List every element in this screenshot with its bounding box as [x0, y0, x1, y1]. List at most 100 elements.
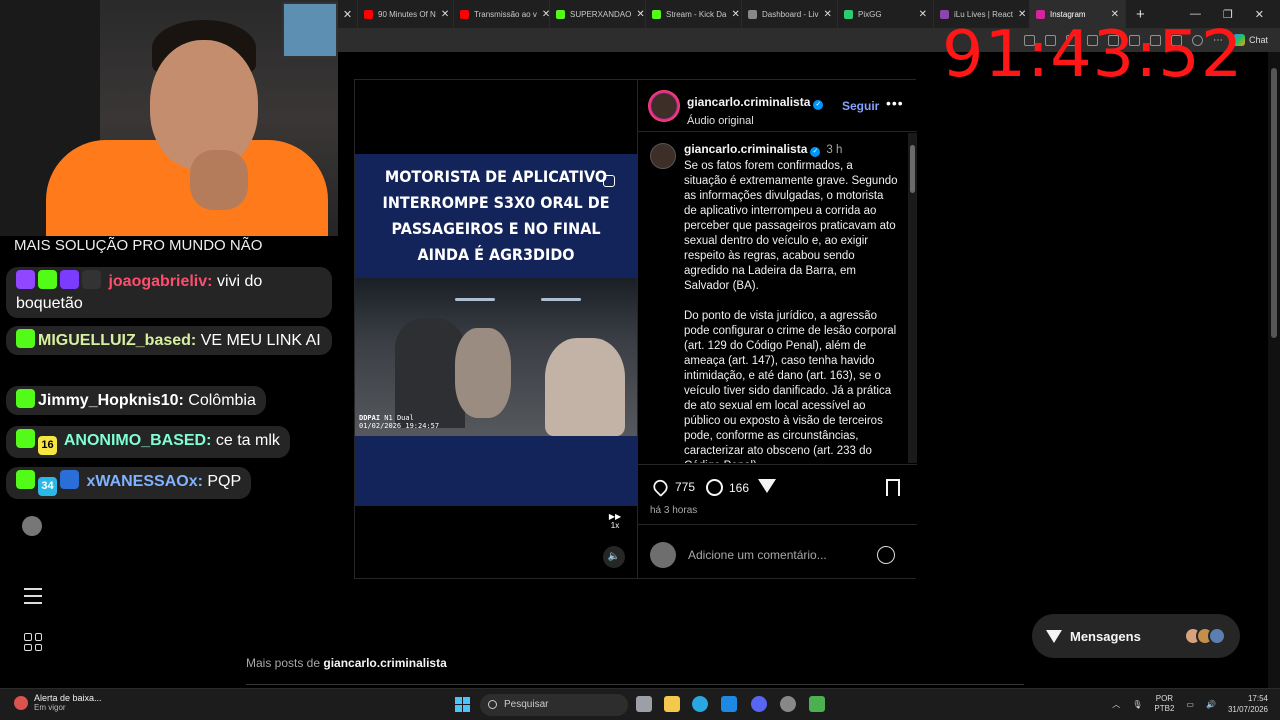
search-icon — [488, 700, 497, 709]
kick-icon — [556, 9, 565, 19]
messages-button[interactable]: Mensagens — [1032, 614, 1240, 658]
chat-username[interactable]: xWANESSAOx: — [86, 473, 202, 490]
instagram-post-modal: MOTORISTA DE APLICATIVO INTERROMPE S3X0 … — [354, 79, 917, 579]
chat-username[interactable]: MIGUELLUIZ_based: — [38, 332, 196, 349]
network-icon[interactable]: ▭ — [1186, 700, 1194, 709]
dashcam-stamp: DDPAI N1 Dual 01/02/2026 19:24:57 — [359, 414, 440, 430]
task-view-icon[interactable] — [636, 696, 652, 712]
volume-icon[interactable]: 🔈 — [603, 546, 625, 568]
dashcam-frame — [355, 278, 637, 436]
page-scrollbar[interactable] — [1268, 52, 1280, 688]
close-icon[interactable]: ✕ — [338, 0, 358, 28]
verified-icon: ✓ — [813, 100, 824, 110]
browser-tab[interactable]: Stream - Kick Da ✕ — [646, 0, 742, 28]
comment-icon — [706, 479, 723, 496]
reel-video[interactable]: MOTORISTA DE APLICATIVO INTERROMPE S3X0 … — [355, 80, 637, 578]
windows-taskbar: Alerta de baixa... Em vigor Pesquisar ︿ 🎙… — [0, 688, 1280, 720]
browser-tab[interactable]: Dashboard - Liv ✕ — [742, 0, 838, 28]
kick-badge-icon — [16, 389, 35, 408]
store-icon[interactable] — [721, 696, 737, 712]
playback-speed-button[interactable]: ▶▶ 1x — [607, 512, 623, 530]
streamer-face — [150, 40, 258, 170]
close-icon[interactable]: ✕ — [919, 9, 927, 20]
browser-tab[interactable]: 90 Minutes Of N ✕ — [358, 0, 454, 28]
screen: ✕ 90 Minutes Of N ✕ Transmissão ao v ✕ SUP… — [0, 0, 1280, 720]
alert-icon — [14, 696, 28, 710]
volume-icon[interactable]: 🔊 — [1206, 700, 1216, 709]
twitch-badge-icon — [16, 270, 35, 289]
youtube-icon — [364, 9, 373, 19]
chat-username[interactable]: ANONIMO_BASED: — [64, 432, 212, 449]
post-age: há 3 horas — [650, 505, 698, 516]
weather-alert[interactable]: Alerta de baixa... Em vigor — [14, 693, 102, 712]
caption-scrollbar[interactable] — [908, 133, 917, 463]
chat-message: 16 ANONIMO_BASED: ce ta mlk — [6, 426, 290, 458]
chat-username[interactable]: Jimmy_Hopknis10: — [38, 392, 184, 409]
kick-icon — [652, 9, 661, 19]
close-icon[interactable]: ✕ — [542, 9, 549, 20]
avatar — [650, 542, 676, 568]
kick-badge-icon — [16, 329, 35, 348]
language-indicator[interactable]: POR PTB2 — [1154, 694, 1174, 714]
taskbar-search[interactable]: Pesquisar — [480, 694, 628, 716]
bookmark-icon[interactable] — [886, 479, 900, 496]
avatar[interactable] — [22, 516, 42, 536]
close-icon[interactable]: ✕ — [823, 9, 831, 20]
discord-icon[interactable] — [751, 696, 767, 712]
more-posts-username[interactable]: giancarlo.criminalista — [323, 656, 446, 670]
wall-poster — [282, 2, 338, 58]
author-username[interactable]: giancarlo.criminalista — [687, 95, 810, 109]
more-options-icon[interactable]: ••• — [886, 95, 904, 111]
browser-tab[interactable]: SUPERXANDAO ✕ — [550, 0, 646, 28]
hamburger-menu-icon[interactable] — [24, 588, 42, 604]
post-caption: giancarlo.criminalista ✓ 3 h Se os fatos f… — [684, 142, 898, 463]
audio-label[interactable]: Áudio original — [687, 115, 754, 127]
comment-input[interactable]: Adicione um comentário... — [688, 548, 827, 562]
comment-composer: Adicione um comentário... — [638, 524, 917, 578]
system-clock[interactable]: 17:54 31/07/2026 — [1228, 693, 1268, 715]
chat-message: Jimmy_Hopknis10: Colômbia — [6, 386, 266, 415]
caption-paragraph: Se os fatos forem confirmados, a situaçã… — [684, 160, 898, 292]
stream-timer: 91:43:52 — [942, 18, 1244, 92]
browser-tab[interactable]: Transmissão ao v ✕ — [454, 0, 550, 28]
follow-button[interactable]: Seguir — [842, 99, 879, 113]
extra-badge-icon — [60, 470, 79, 489]
sub-badge: 34 — [38, 477, 57, 496]
caption-area: giancarlo.criminalista ✓ 3 h Se os fatos f… — [638, 133, 908, 463]
like-button[interactable]: 775 — [650, 477, 695, 497]
app-icon[interactable] — [809, 696, 825, 712]
batman-badge-icon — [82, 270, 101, 289]
star-badge-icon — [60, 270, 79, 289]
apps-grid-icon[interactable] — [24, 633, 42, 651]
chat-username[interactable]: joaogabrieliv: — [108, 273, 212, 290]
caption-paragraph: Do ponto de vista jurídico, a agressão p… — [684, 310, 897, 463]
emoji-icon[interactable] — [877, 546, 895, 564]
file-explorer-icon[interactable] — [664, 696, 680, 712]
close-window-icon[interactable]: ✕ — [1255, 8, 1264, 21]
browser-tab[interactable]: PixGG ✕ — [838, 0, 934, 28]
close-icon[interactable]: ✕ — [441, 9, 449, 20]
more-posts-heading: Mais posts de giancarlo.criminalista — [246, 656, 447, 670]
post-actions: 775 166 há 3 horas — [638, 464, 917, 524]
edge-icon[interactable] — [692, 696, 708, 712]
microphone-icon[interactable]: 🎙 — [1132, 700, 1142, 709]
caption-avatar[interactable] — [650, 143, 676, 169]
webcam-feed — [0, 0, 338, 240]
windows-start-icon[interactable] — [455, 697, 470, 712]
fast-forward-icon: ▶▶ — [608, 512, 622, 521]
close-icon[interactable]: ✕ — [731, 9, 739, 20]
share-button[interactable] — [758, 479, 776, 493]
caption-time: 3 h — [826, 144, 843, 156]
video-title-overlay: MOTORISTA DE APLICATIVO INTERROMPE S3X0 … — [382, 167, 610, 264]
app-icon[interactable] — [780, 696, 796, 712]
chat-message: 34 xWANESSAOx: PQP — [6, 467, 252, 499]
pixgg-icon — [844, 9, 853, 19]
divider — [246, 684, 1024, 685]
close-icon[interactable]: ✕ — [636, 9, 644, 20]
chevron-up-icon[interactable]: ︿ — [1112, 699, 1120, 710]
instagram-icon — [603, 175, 615, 187]
sub-badge: 16 — [38, 436, 57, 455]
caption-username[interactable]: giancarlo.criminalista — [684, 142, 807, 156]
comment-button[interactable]: 166 — [706, 479, 749, 496]
author-avatar[interactable] — [648, 90, 680, 122]
